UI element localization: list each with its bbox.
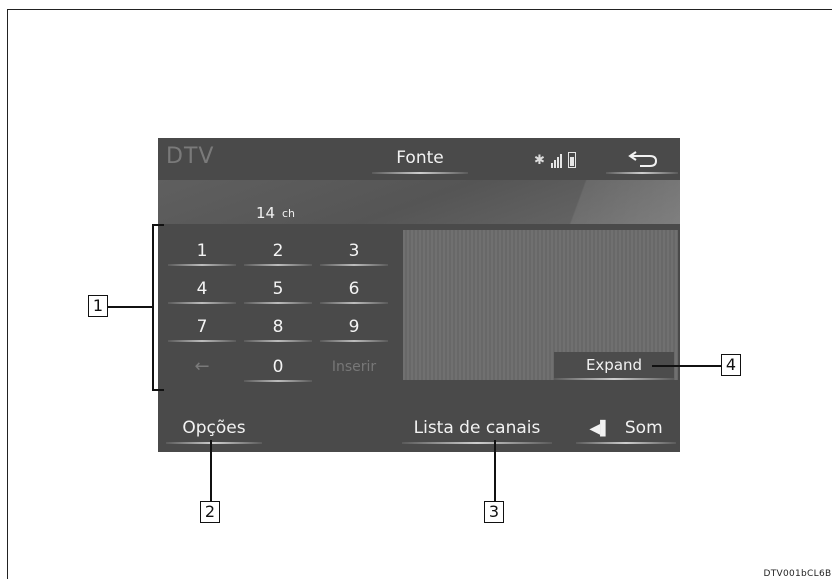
signal-strength-icon [550,154,562,168]
status-area: ✱ [534,148,576,168]
key-1[interactable]: 1 [166,238,238,266]
key-0[interactable]: 0 [242,354,314,382]
channel-band [158,180,680,224]
key-4[interactable]: 4 [166,276,238,304]
sound-label: Som [624,418,663,438]
callout-2-line [210,440,212,502]
backspace-key[interactable]: ← [166,354,238,382]
key-8[interactable]: 8 [242,314,314,342]
callout-1-line [108,306,153,308]
keypad-bracket-top [152,224,164,226]
keypad-bracket-bottom [152,389,164,391]
key-2[interactable]: 2 [242,238,314,266]
back-button[interactable] [606,144,678,174]
key-7[interactable]: 7 [166,314,238,342]
back-arrow-icon [628,151,658,167]
battery-icon [567,152,576,168]
enter-key[interactable]: Inserir [318,354,390,382]
callout-4-line [652,365,722,367]
options-button[interactable]: Opções [166,414,262,444]
screen-title: DTV [166,144,215,169]
speaker-icon: ◀▌ [589,421,611,437]
figure-code: DTV001bCL6BR [763,569,832,579]
callout-1: 1 [88,295,108,317]
key-6[interactable]: 6 [318,276,390,304]
key-9[interactable]: 9 [318,314,390,342]
channel-number: 14 [256,204,276,222]
channel-list-button[interactable]: Lista de canais [402,414,552,444]
key-3[interactable]: 3 [318,238,390,266]
callout-4: 4 [721,354,741,376]
source-button[interactable]: Fonte [372,144,468,174]
callout-2: 2 [200,501,220,523]
channel-unit: ch [282,207,296,220]
dtv-screen: DTV Fonte ✱ 14 ch 1 2 3 4 5 6 7 8 9 ← 0 … [158,138,680,452]
sound-button[interactable]: ◀▌ Som [576,414,676,444]
callout-3: 3 [484,501,504,523]
callout-3-line [494,440,496,502]
key-5[interactable]: 5 [242,276,314,304]
bluetooth-icon: ✱ [534,153,545,168]
